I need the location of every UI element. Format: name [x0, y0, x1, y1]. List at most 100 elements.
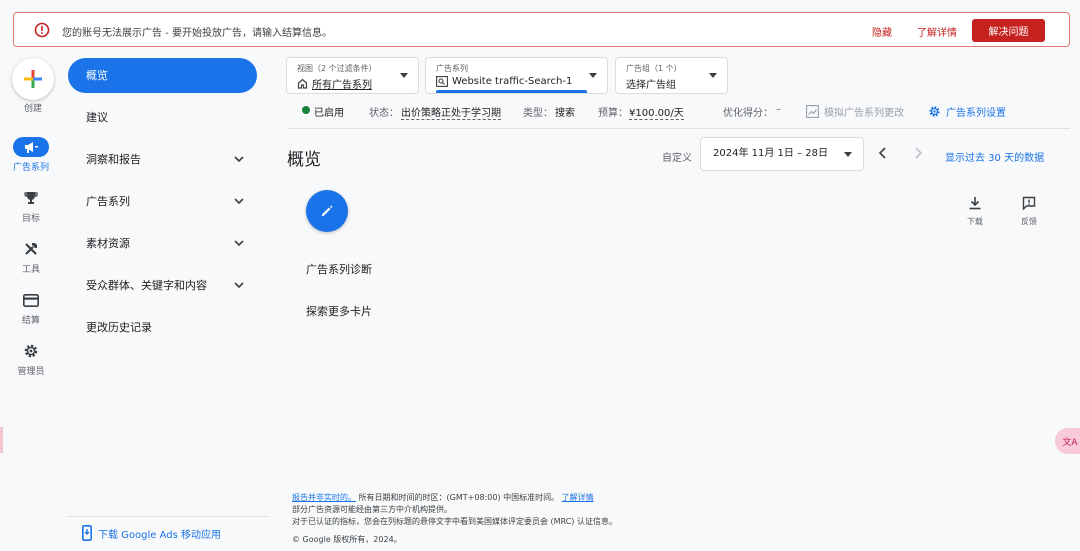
nav-item-audiences-keywords[interactable]: 受众群体、关键字和内容 [86, 275, 246, 295]
caret-down-icon [709, 73, 717, 78]
type-value: 搜索 [555, 108, 575, 119]
translate-icon[interactable]: 文A [1055, 428, 1080, 454]
budget-value[interactable]: ¥100.00/天 [629, 104, 684, 120]
plus-icon [24, 70, 42, 88]
create-label: 创建 [23, 104, 42, 114]
nav-item-insights-reports[interactable]: 洞察和报告 [86, 149, 246, 169]
bid-strategy-status[interactable]: 出价策略正处于学习期 [401, 104, 501, 120]
alert-hide-link[interactable]: 隐藏 [872, 24, 892, 39]
next-period-icon[interactable] [910, 145, 926, 161]
megaphone-icon [25, 142, 38, 153]
status-label: 状态： [369, 108, 399, 119]
rail-label-billing: 结算 [21, 316, 40, 326]
rail-label-campaigns: 广告系列 [12, 163, 49, 173]
alert-learn-more-link[interactable]: 了解详情 [917, 24, 957, 39]
footer-line-1: 报告并非实时的。 所有日期和时间的时区：(GMT+08:00) 中国标准时间。 … [292, 492, 594, 503]
rail-item-goals[interactable]: 目标 [3, 188, 59, 224]
nav-item-overview[interactable]: 概览 [68, 58, 257, 93]
adgroup-selector[interactable]: 广告组（1 个） 选择广告组 [615, 57, 728, 94]
caret-down-icon [844, 152, 852, 157]
footer-line-3: 对于已认证的指标，您会在列标题的悬停文字中看到美国媒体评定委员会 (MRC) 认… [292, 517, 617, 526]
campaign-selector-caption: 广告系列 [436, 64, 468, 73]
nav-item-label: 受众群体、关键字和内容 [86, 279, 207, 292]
copyright: © Google 版权所有，2024。 [292, 535, 402, 544]
nav-item-assets[interactable]: 素材资源 [86, 233, 246, 253]
feedback-label: 反馈 [1021, 217, 1037, 226]
create-button[interactable] [12, 58, 54, 100]
adgroup-selector-value: 选择广告组 [626, 80, 676, 91]
not-realtime-link[interactable]: 报告并非实时的。 [292, 493, 356, 502]
download-icon [969, 197, 981, 210]
rail-label-goals: 目标 [21, 214, 40, 224]
show-last-30-days-link[interactable]: 显示过去 30 天的数据 [945, 149, 1044, 164]
nav-item-label: 广告系列 [86, 195, 130, 208]
campaign-selector-value: Website traffic-Search-1 [452, 76, 573, 87]
campaign-settings-label: 广告系列设置 [946, 108, 1006, 119]
nav-item-campaigns[interactable]: 广告系列 [86, 191, 246, 211]
timezone-text: 所有日期和时间的时区：(GMT+08:00) 中国标准时间。 [358, 493, 560, 502]
view-selector-value: 所有广告系列 [312, 80, 372, 91]
rail-item-tools[interactable]: 工具 [3, 239, 59, 275]
campaign-diagnosis-link[interactable]: 广告系列诊断 [306, 261, 372, 277]
caret-down-icon [400, 73, 408, 78]
nav-divider [68, 516, 268, 517]
chevron-down-icon [234, 240, 244, 247]
explore-more-cards-link[interactable]: 探索更多卡片 [306, 303, 372, 319]
alert-message: 您的账号无法展示广告 - 要开始投放广告，请输入结算信息。 [62, 28, 332, 39]
download-mobile-app-link[interactable]: 下载 Google Ads 移动应用 [82, 525, 221, 541]
search-campaign-icon [436, 76, 448, 87]
nav-item-recommendations[interactable]: 建议 [86, 107, 246, 127]
feedback-button[interactable]: 反馈 [1009, 196, 1049, 227]
view-selector-caption: 视图（2 个过滤条件） [297, 64, 377, 73]
campaign-selector-value-wrap: Website traffic-Search-1 [436, 76, 572, 87]
nav-item-label: 更改历史记录 [86, 321, 152, 334]
view-selector-value-wrap: 所有广告系列 [297, 76, 372, 91]
rail-item-admin[interactable]: 管理员 [3, 341, 59, 377]
date-range-picker[interactable]: 2024年 11月 1日 – 28日 [700, 137, 864, 171]
campaign-settings-button[interactable]: 广告系列设置 [928, 104, 1006, 119]
fix-issue-button[interactable]: 解决问题 [972, 19, 1045, 42]
status-dot-icon [302, 106, 310, 114]
caret-down-icon [589, 73, 597, 78]
home-icon [297, 78, 308, 89]
nav-item-label: 建议 [86, 111, 108, 124]
chevron-down-icon [234, 198, 244, 205]
enabled-status: 已启用 [314, 108, 344, 119]
tools-icon [25, 243, 37, 255]
custom-range-label: 自定义 [662, 153, 692, 164]
phone-icon [82, 525, 92, 541]
gear-icon [929, 106, 940, 117]
rail-item-billing[interactable]: 结算 [3, 290, 59, 326]
rail-label-tools: 工具 [21, 265, 40, 275]
simulate-changes-button[interactable]: 模拟广告系列更改 [806, 104, 904, 119]
pencil-icon [322, 205, 333, 216]
left-edge-tab [0, 427, 3, 453]
previous-period-icon[interactable] [875, 145, 891, 161]
download-button[interactable]: 下载 [955, 196, 995, 227]
optimization-score-value: – [776, 104, 781, 115]
edit-button[interactable] [306, 190, 348, 232]
rail-label-admin: 管理员 [17, 367, 45, 377]
budget-label: 预算： [598, 108, 628, 119]
download-label: 下载 [967, 217, 983, 226]
optimization-score-label: 优化得分： [723, 108, 773, 119]
campaign-selector[interactable]: 广告系列 Website traffic-Search-1 [425, 57, 608, 94]
footer-learn-more-link[interactable]: 了解详情 [562, 493, 594, 502]
nav-item-change-history[interactable]: 更改历史记录 [86, 317, 246, 337]
feedback-icon [1022, 196, 1036, 211]
adgroup-selector-caption: 广告组（1 个） [626, 64, 682, 73]
chevron-down-icon [234, 282, 244, 289]
view-selector[interactable]: 视图（2 个过滤条件） 所有广告系列 [286, 57, 419, 94]
rail-item-campaigns[interactable]: 广告系列 [3, 137, 59, 173]
campaign-selected-indicator [436, 90, 587, 93]
page-title: 概览 [287, 150, 321, 170]
simulate-icon [806, 105, 819, 118]
billing-alert-banner: 您的账号无法展示广告 - 要开始投放广告，请输入结算信息。 隐藏 了解详情 解决… [13, 12, 1070, 47]
gear-icon [24, 344, 38, 358]
simulate-changes-label: 模拟广告系列更改 [824, 108, 904, 119]
credit-card-icon [23, 293, 39, 307]
status-divider [287, 128, 1070, 129]
date-range-value: 2024年 11月 1日 – 28日 [713, 148, 828, 159]
download-app-label: 下载 Google Ads 移动应用 [98, 529, 222, 541]
nav-item-label: 素材资源 [86, 237, 130, 250]
